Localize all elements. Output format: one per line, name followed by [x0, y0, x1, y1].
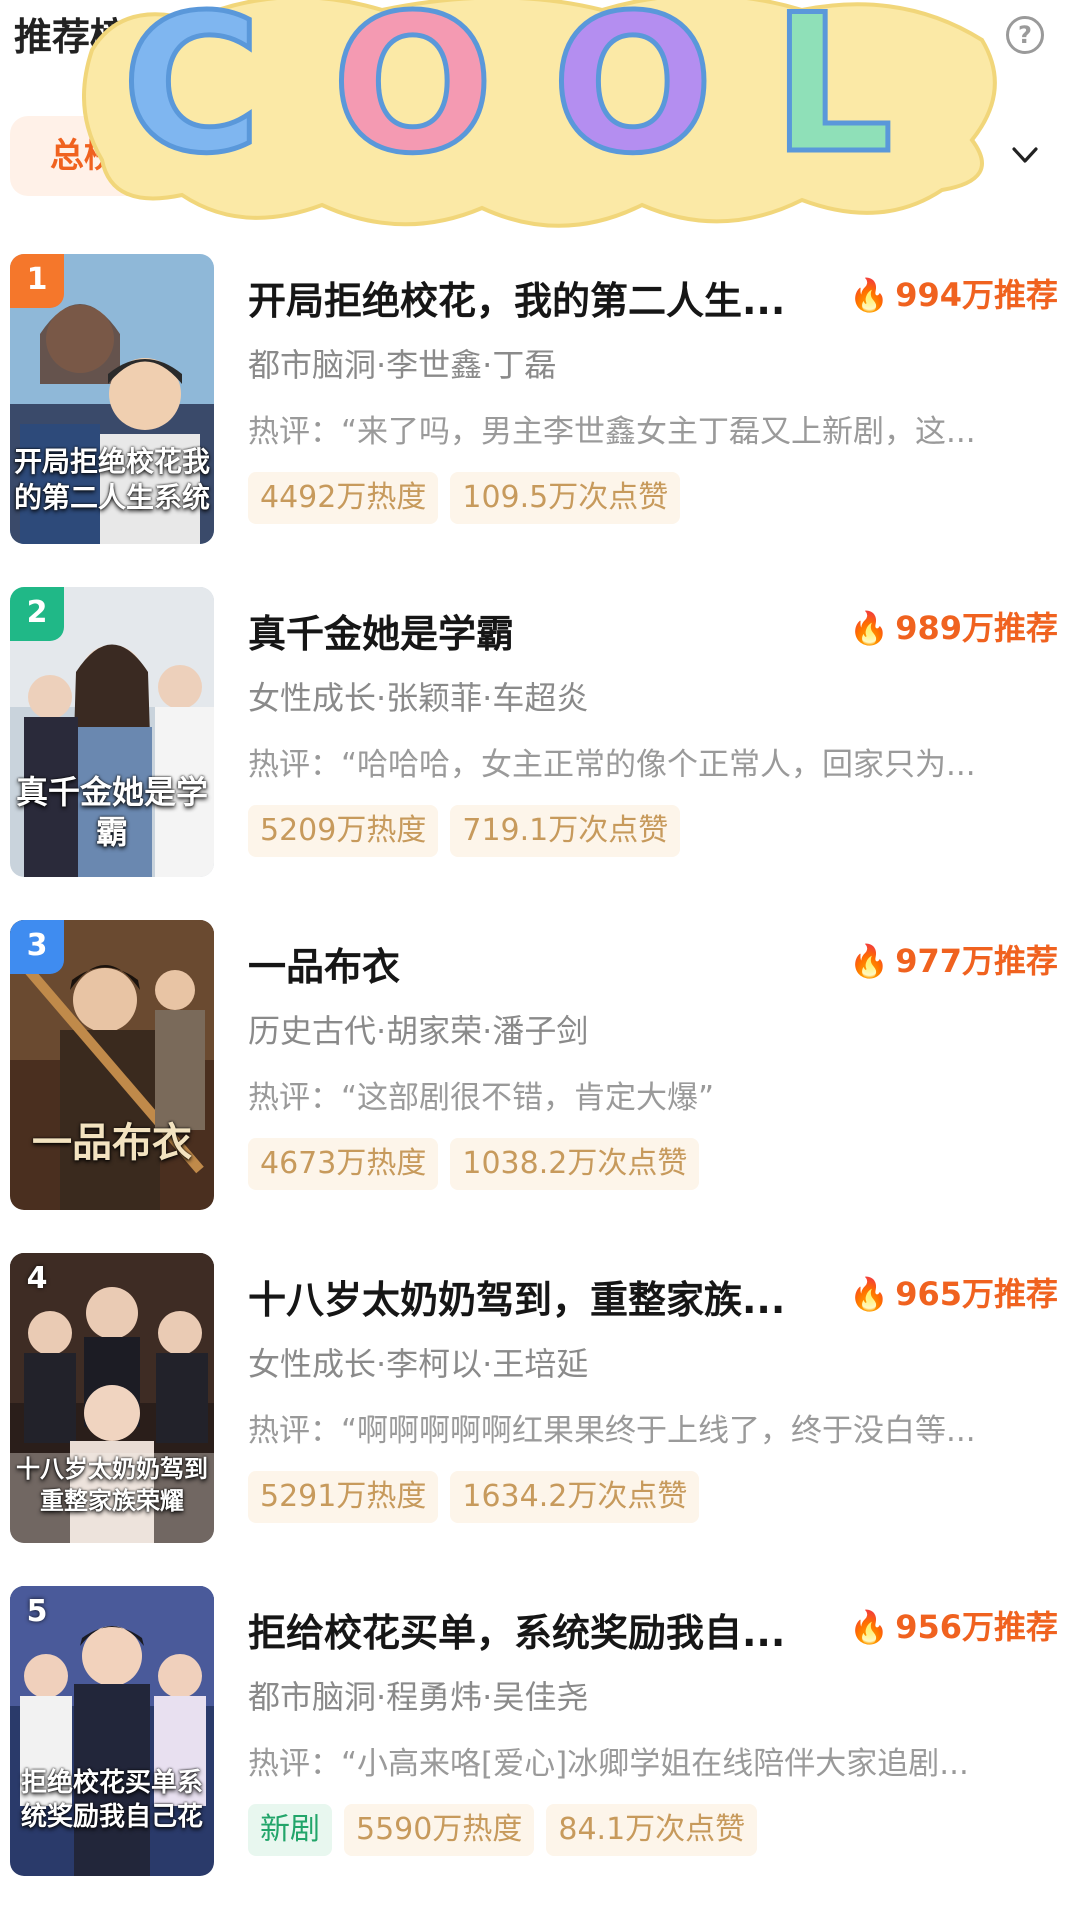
drama-title[interactable]: 真千金她是学霸: [248, 603, 848, 658]
tag-row: 5209万热度 719.1万次点赞: [248, 805, 681, 857]
cover-image[interactable]: 3 一品布衣: [10, 920, 214, 1210]
recommend-label: 977万推荐: [895, 942, 1058, 980]
fire-icon: 🔥: [849, 942, 890, 980]
cover-caption: 真千金她是学霸: [15, 773, 208, 851]
recommend-label: 956万推荐: [895, 1608, 1058, 1646]
list-item[interactable]: 4 十八岁太奶奶驾到重整家族荣耀 十八岁太奶奶驾到，重整家族... 🔥 965万推…: [0, 1251, 1080, 1551]
rank-badge: 5: [26, 1594, 48, 1629]
recommend-count: 🔥 956万推荐: [849, 1602, 1058, 1648]
rank-badge: 1: [10, 254, 64, 308]
list-item[interactable]: 1 开局拒绝校花我的第二人生系统 开局拒绝校花，我的第二人生... 🔥 994万推…: [0, 252, 1080, 552]
cover-image[interactable]: 1 开局拒绝校花我的第二人生系统: [10, 254, 214, 544]
drama-meta: 历史古代·胡家荣·潘子剑: [248, 1012, 589, 1050]
page-title: 推荐榜: [14, 15, 129, 59]
drama-meta: 都市脑洞·程勇炜·吴佳尧: [248, 1678, 589, 1716]
fire-icon: 🔥: [849, 1608, 890, 1646]
recommend-count: 🔥 965万推荐: [849, 1269, 1058, 1315]
drama-title[interactable]: 开局拒绝校花，我的第二人生...: [248, 270, 848, 325]
rank-badge: 3: [10, 920, 64, 974]
list-item[interactable]: 3 一品布衣 一品布衣 🔥 977万推荐 历史古代·胡家荣·潘子剑 热评：“这部剧…: [0, 918, 1080, 1218]
new-tag: 新剧: [248, 1804, 332, 1856]
cover-caption: 十八岁太奶奶驾到重整家族荣耀: [16, 1454, 208, 1515]
recommend-count: 🔥 994万推荐: [849, 270, 1058, 316]
likes-tag: 1634.2万次点赞: [450, 1471, 700, 1523]
tab-overall[interactable]: 总榜: [10, 116, 170, 196]
recommend-count: 🔥 989万推荐: [849, 603, 1058, 649]
recommend-label: 989万推荐: [895, 609, 1058, 647]
likes-tag: 109.5万次点赞: [450, 472, 681, 524]
cover-caption: 一品布衣: [32, 1119, 192, 1166]
list-item[interactable]: 2 真千金她是学霸 真千金她是学霸 🔥 989万推荐 女性成长·张颖菲·车超炎 热…: [0, 585, 1080, 885]
list-item[interactable]: 5 拒绝校花买单系统奖励我自己花 拒给校花买单，系统奖励我自... 🔥 956万推…: [0, 1584, 1080, 1884]
tag-row: 新剧 5590万热度 84.1万次点赞: [248, 1804, 758, 1856]
fire-icon: 🔥: [849, 1275, 890, 1313]
drama-title[interactable]: 一品布衣: [248, 936, 848, 991]
hot-review: 热评：“啊啊啊啊啊红果果终于上线了，终于没白等...: [248, 1413, 976, 1449]
header: 推荐榜 ?: [0, 0, 1080, 86]
recommend-label: 994万推荐: [895, 276, 1058, 314]
hot-review: 热评：“哈哈哈，女主正常的像个正常人，回家只为...: [248, 747, 976, 783]
drama-meta: 女性成长·李柯以·王培延: [248, 1345, 589, 1383]
rank-badge: 2: [10, 587, 64, 641]
tag-row: 4673万热度 1038.2万次点赞: [248, 1138, 700, 1190]
hot-review: 热评：“来了吗，男主李世鑫女主丁磊又上新剧，这...: [248, 414, 976, 450]
fire-icon: 🔥: [849, 609, 890, 647]
heat-tag: 5291万热度: [248, 1471, 439, 1523]
cover-image[interactable]: 5 拒绝校花买单系统奖励我自己花: [10, 1586, 214, 1876]
heat-tag: 5590万热度: [344, 1804, 535, 1856]
drama-title[interactable]: 拒给校花买单，系统奖励我自...: [248, 1602, 848, 1657]
rank-badge: 4: [26, 1261, 48, 1296]
heat-tag: 4673万热度: [248, 1138, 439, 1190]
hot-review: 热评：“小高来咯[爱心]冰卿学姐在线陪伴大家追剧...: [248, 1746, 969, 1782]
hot-review: 热评：“这部剧很不错，肯定大爆”: [248, 1080, 715, 1116]
heat-tag: 5209万热度: [248, 805, 439, 857]
tag-row: 5291万热度 1634.2万次点赞: [248, 1471, 700, 1523]
fire-icon: 🔥: [849, 276, 890, 314]
cover-caption: 开局拒绝校花我的第二人生系统: [13, 445, 210, 514]
heat-tag: 4492万热度: [248, 472, 439, 524]
cover-image[interactable]: 4 十八岁太奶奶驾到重整家族荣耀: [10, 1253, 214, 1543]
likes-tag: 84.1万次点赞: [546, 1804, 758, 1856]
chevron-down-icon[interactable]: [1010, 140, 1040, 170]
cover-image[interactable]: 2 真千金她是学霸: [10, 587, 214, 877]
filter-bar: 总榜: [0, 112, 1080, 202]
tag-row: 4492万热度 109.5万次点赞: [248, 472, 681, 524]
recommend-count: 🔥 977万推荐: [849, 936, 1058, 982]
likes-tag: 1038.2万次点赞: [450, 1138, 700, 1190]
cover-caption: 拒绝校花买单系统奖励我自己花: [20, 1768, 203, 1832]
help-circle-icon[interactable]: ?: [1006, 16, 1044, 54]
drama-meta: 都市脑洞·李世鑫·丁磊: [248, 346, 557, 384]
drama-title[interactable]: 十八岁太奶奶驾到，重整家族...: [248, 1269, 848, 1324]
recommend-label: 965万推荐: [895, 1275, 1058, 1313]
likes-tag: 719.1万次点赞: [450, 805, 681, 857]
drama-meta: 女性成长·张颖菲·车超炎: [248, 679, 589, 717]
